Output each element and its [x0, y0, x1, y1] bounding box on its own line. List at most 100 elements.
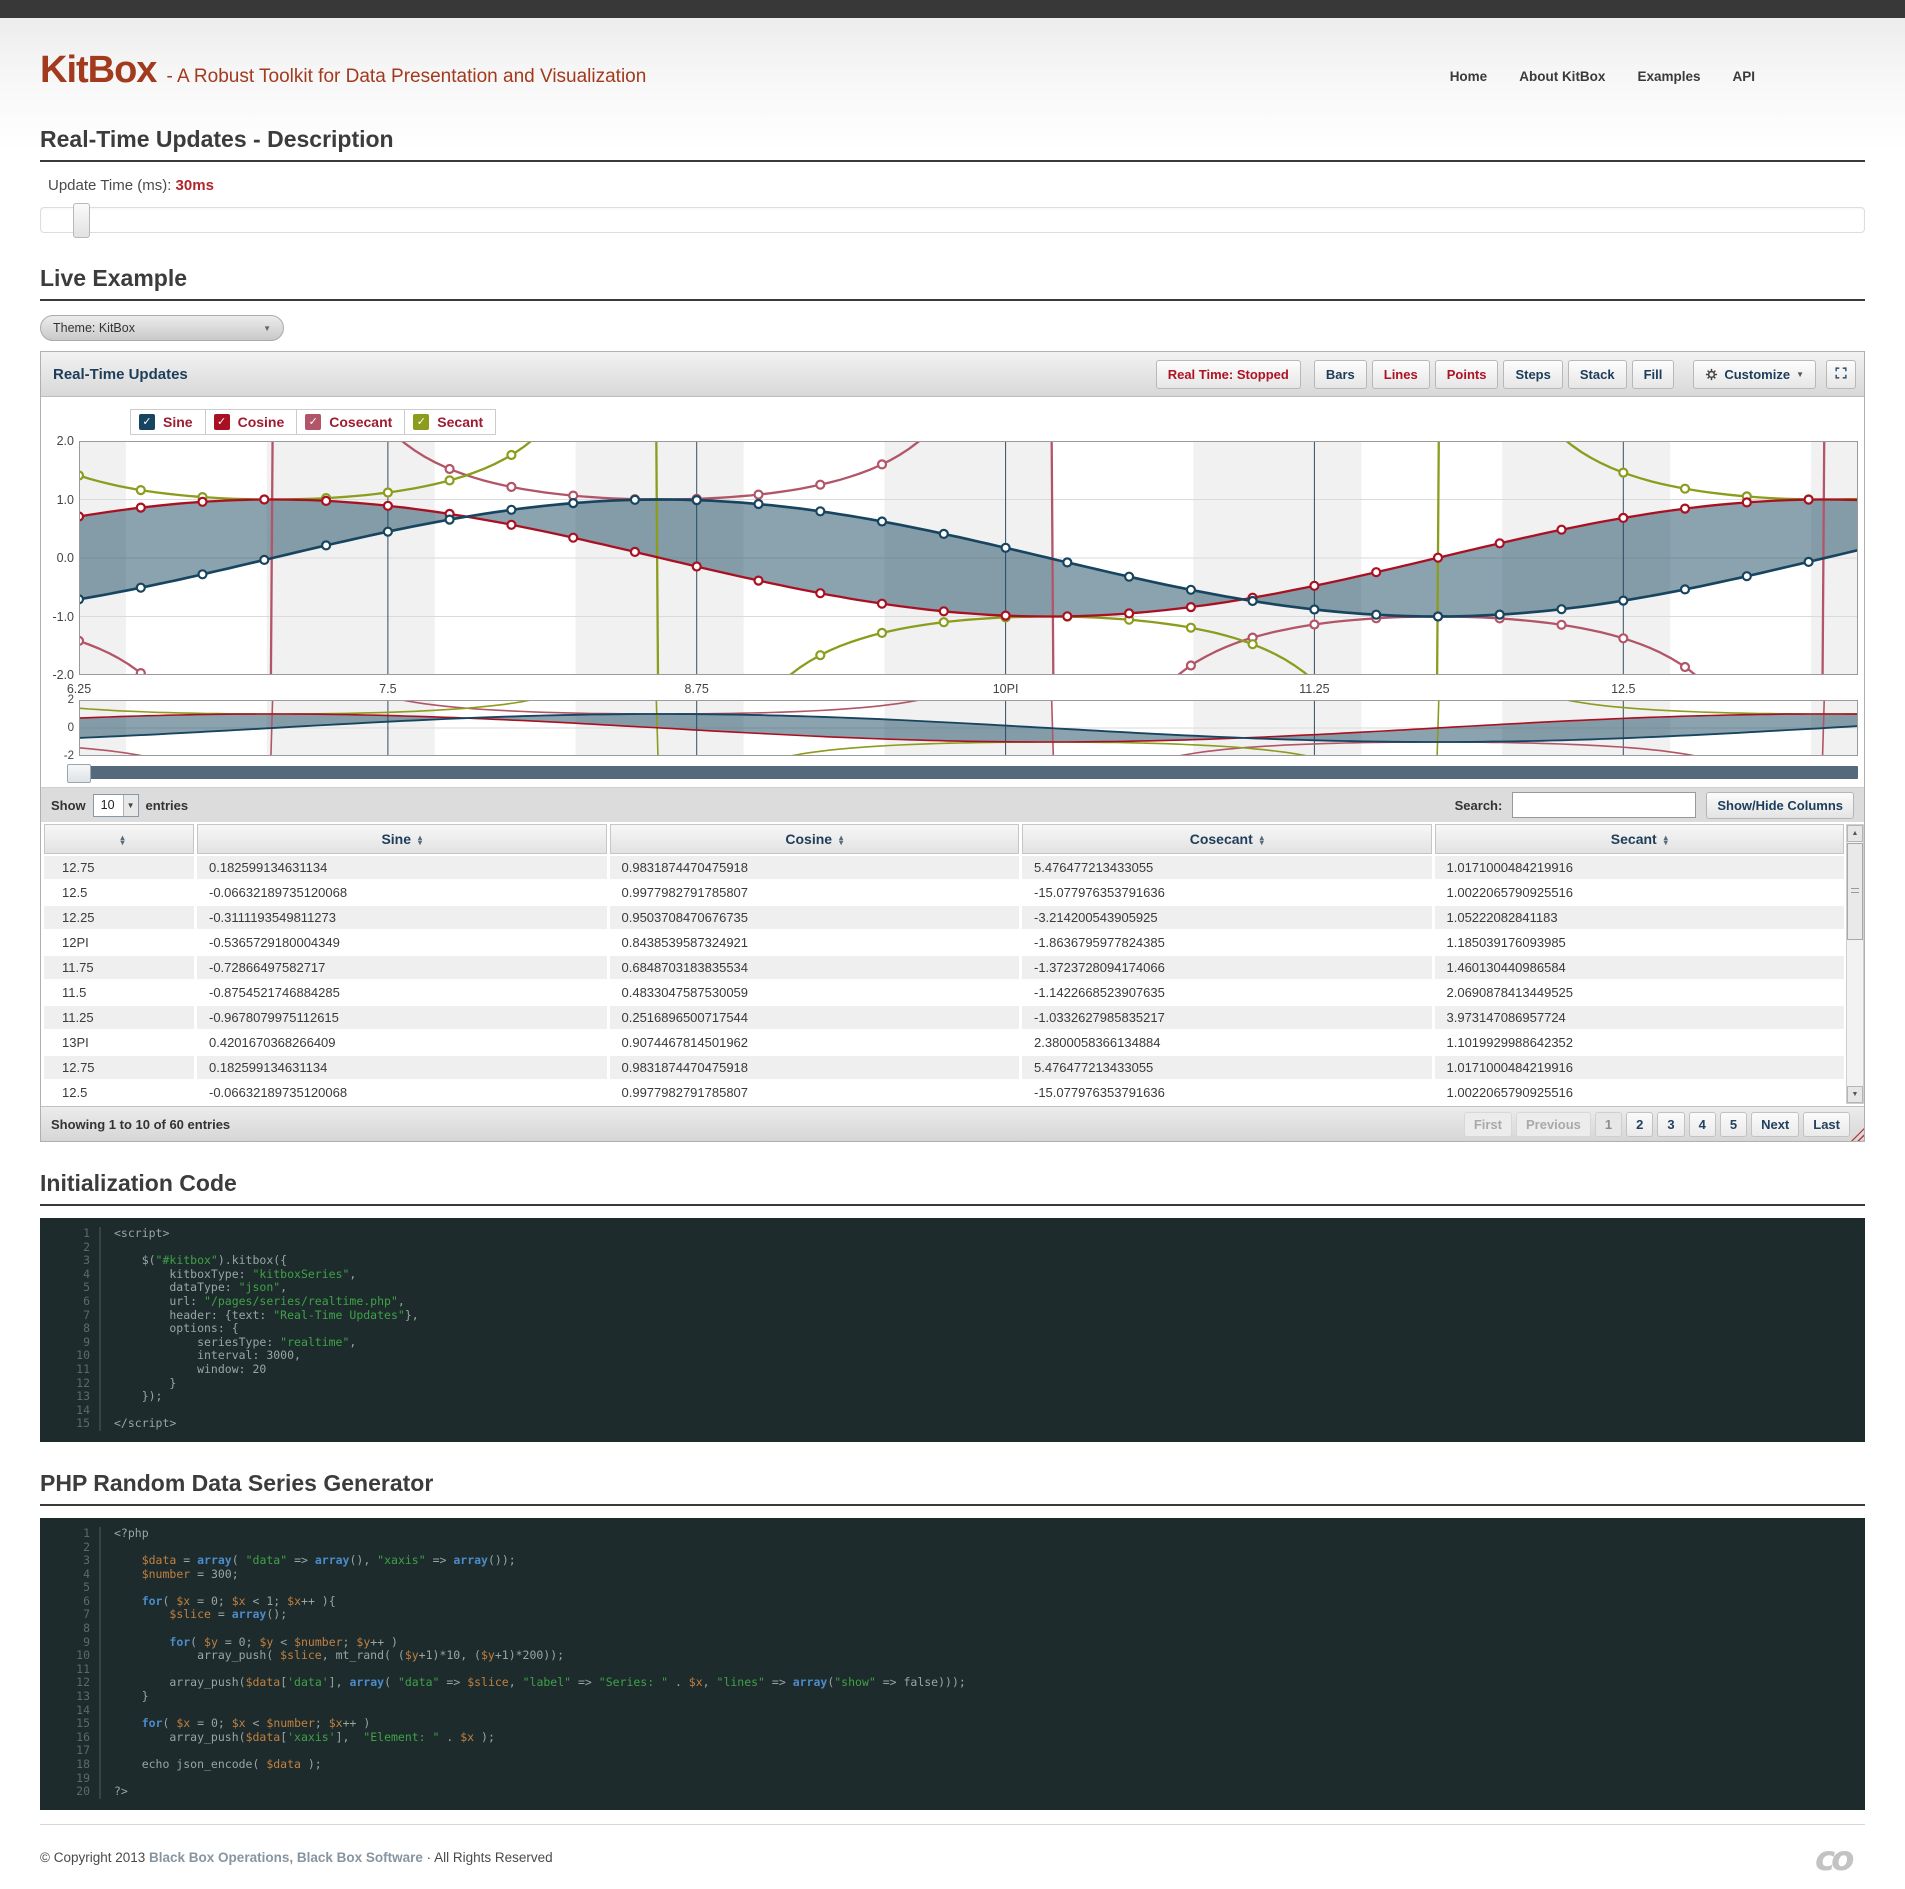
page-button-1[interactable]: 1: [1594, 1111, 1623, 1137]
table-scrollbar-thumb[interactable]: [1847, 843, 1863, 940]
code-line: 7 $slice = array();: [83, 1607, 288, 1623]
column-header-Cosine[interactable]: Cosine ▴ ▾: [609, 824, 1019, 854]
table-cell: -0.06632189735120068: [197, 881, 607, 904]
toolbar-button-stack[interactable]: Stack: [1567, 359, 1627, 389]
svg-text:co: co: [1815, 1839, 1854, 1879]
chart-scrollbar[interactable]: [67, 764, 1858, 783]
toolbar-button-steps[interactable]: Steps: [1503, 359, 1563, 389]
pagination: First Previous 1 2 3 4 5 Next Last: [1463, 1111, 1850, 1137]
table-cell: 1.185039176093985: [1434, 931, 1844, 954]
scroll-down-icon[interactable]: ▼: [1847, 1086, 1863, 1103]
table-cell: 0.9503708470676735: [609, 906, 1019, 929]
show-hide-columns-button[interactable]: Show/Hide Columns: [1706, 791, 1854, 819]
checkbox-icon[interactable]: ✓: [413, 414, 430, 430]
customize-button[interactable]: Customize ▼: [1693, 359, 1816, 389]
legend-label: Cosine: [237, 414, 285, 430]
page-button-next[interactable]: Next: [1751, 1111, 1800, 1137]
table-cell: 0.9831874470475918: [609, 856, 1019, 879]
code-line: 13 });: [76, 1389, 163, 1404]
code-line: 8: [40, 1621, 1865, 1636]
code-line: 20 ?>: [76, 1784, 128, 1799]
code-line: 16 array_push($data['xaxis'], "Element: …: [76, 1729, 495, 1745]
code-line: 1 <script>: [83, 1226, 170, 1241]
table-row: 12PI -0.5365729180004349 0.843853958732492…: [44, 931, 1844, 954]
nav-link-examples[interactable]: Examples: [1637, 69, 1700, 84]
scroll-up-icon[interactable]: ▲: [1847, 825, 1863, 842]
table-cell: 12.5: [44, 1081, 194, 1104]
table-cell: -0.3111193549811273: [197, 906, 607, 929]
toolbar-button-real-time-stopped[interactable]: Real Time: Stopped: [1155, 359, 1301, 389]
column-header-Cosecant[interactable]: Cosecant ▴ ▾: [1022, 824, 1432, 854]
table-cell: 1.460130440986584: [1434, 956, 1844, 979]
toolbar-button-lines[interactable]: Lines: [1371, 359, 1430, 389]
nav-link-home[interactable]: Home: [1450, 69, 1488, 84]
code-line: 9 seriesType: "realtime",: [83, 1334, 357, 1350]
fullscreen-button[interactable]: [1826, 359, 1856, 389]
page-button-first[interactable]: First: [1463, 1111, 1512, 1137]
legend-item-cosine[interactable]: ✓ Cosine: [204, 409, 298, 435]
table-cell: 11.5: [44, 981, 194, 1004]
checkbox-icon[interactable]: ✓: [213, 414, 230, 430]
nav-link-api[interactable]: API: [1732, 69, 1755, 84]
widget-header: Real-Time Updates Real Time: Stopped Bars…: [41, 352, 1864, 397]
toolbar-button-bars[interactable]: Bars: [1313, 359, 1367, 389]
chart-svg: [79, 700, 1858, 756]
update-time-slider[interactable]: [40, 203, 1865, 238]
chart-scrollbar-handle[interactable]: [67, 764, 91, 783]
chart-toolbar: Real Time: Stopped Bars Lines Points Steps St…: [1155, 359, 1856, 389]
copyright-prefix: © Copyright 2013: [40, 1850, 146, 1866]
x-tick-label: 12.5: [1611, 682, 1636, 696]
update-time-label: Update Time (ms):: [48, 177, 172, 194]
section-heading-init-code: Initialization Code: [40, 1170, 1865, 1206]
page-button-last[interactable]: Last: [1803, 1111, 1850, 1137]
code-line: 11: [40, 1662, 1865, 1677]
update-time-value: 30ms: [175, 177, 214, 194]
code-line: 19: [40, 1771, 1865, 1786]
table-controls: Show 10 ▼ entries Search: Show/Hide Colu…: [41, 787, 1864, 822]
resize-handle[interactable]: [1851, 1128, 1864, 1141]
table-cell: 0.2516896500717544: [609, 1006, 1019, 1029]
table-cell: 0.4833047587530059: [609, 981, 1019, 1004]
toolbar-button-points[interactable]: Points: [1434, 359, 1499, 389]
legend-label: Cosecant: [329, 414, 393, 430]
table-cell: 0.8438539587324921: [609, 931, 1019, 954]
code-line: 14: [40, 1703, 1865, 1718]
section-heading-description: Real-Time Updates - Description: [40, 126, 1865, 162]
page-button-4[interactable]: 4: [1688, 1111, 1716, 1137]
legend-item-secant[interactable]: ✓ Secant: [404, 409, 497, 435]
show-entries-label: Show: [51, 797, 86, 813]
code-line: 2: [40, 1540, 1865, 1555]
table-cell: -1.8636795977824385: [1022, 931, 1432, 954]
legend-item-cosecant[interactable]: ✓ Cosecant: [296, 409, 406, 435]
search-label: Search:: [1454, 797, 1503, 813]
table-scrollbar[interactable]: ▲ ▼: [1846, 824, 1864, 1104]
table-cell: 1.0171000484219916: [1434, 856, 1844, 879]
toolbar-button-fill[interactable]: Fill: [1631, 359, 1675, 389]
theme-select[interactable]: Theme: KitBox ▼: [40, 315, 284, 341]
legend-item-sine[interactable]: ✓ Sine: [130, 409, 206, 435]
code-line: 10 array_push( $slice, mt_rand( ($y+1)*1…: [76, 1648, 565, 1663]
table-cell: 12.5: [44, 881, 194, 904]
page-button-3[interactable]: 3: [1657, 1111, 1685, 1137]
table-cell: 12.75: [44, 856, 194, 879]
code-line: 17: [40, 1744, 1865, 1758]
checkbox-icon[interactable]: ✓: [139, 414, 155, 430]
search-input[interactable]: [1512, 792, 1697, 818]
mini-y-axis-labels: 2 0 -2: [41, 694, 79, 762]
table-cell: -0.5365729180004349: [197, 931, 607, 954]
nav-link-about-kitbox[interactable]: About KitBox: [1519, 69, 1605, 84]
table-cell: 0.9831874470475918: [609, 1056, 1019, 1079]
table-cell: -15.077976353791636: [1022, 881, 1432, 904]
column-header-Secant[interactable]: Secant ▴ ▾: [1434, 824, 1844, 854]
blackbox-logo: co: [1815, 1839, 1858, 1879]
code-line: 15 </script>: [76, 1416, 177, 1431]
page-button-5[interactable]: 5: [1719, 1111, 1748, 1137]
page-button-previous[interactable]: Previous: [1515, 1111, 1591, 1137]
column-header-Sine[interactable]: Sine ▴ ▾: [197, 824, 607, 854]
entries-select[interactable]: 10 ▼: [92, 793, 139, 817]
theme-select-value: Theme: KitBox: [53, 321, 135, 335]
slider-handle[interactable]: [73, 203, 90, 238]
column-header-x[interactable]: ▴ ▾: [44, 824, 194, 854]
checkbox-icon[interactable]: ✓: [305, 414, 322, 430]
page-button-2[interactable]: 2: [1626, 1111, 1654, 1137]
